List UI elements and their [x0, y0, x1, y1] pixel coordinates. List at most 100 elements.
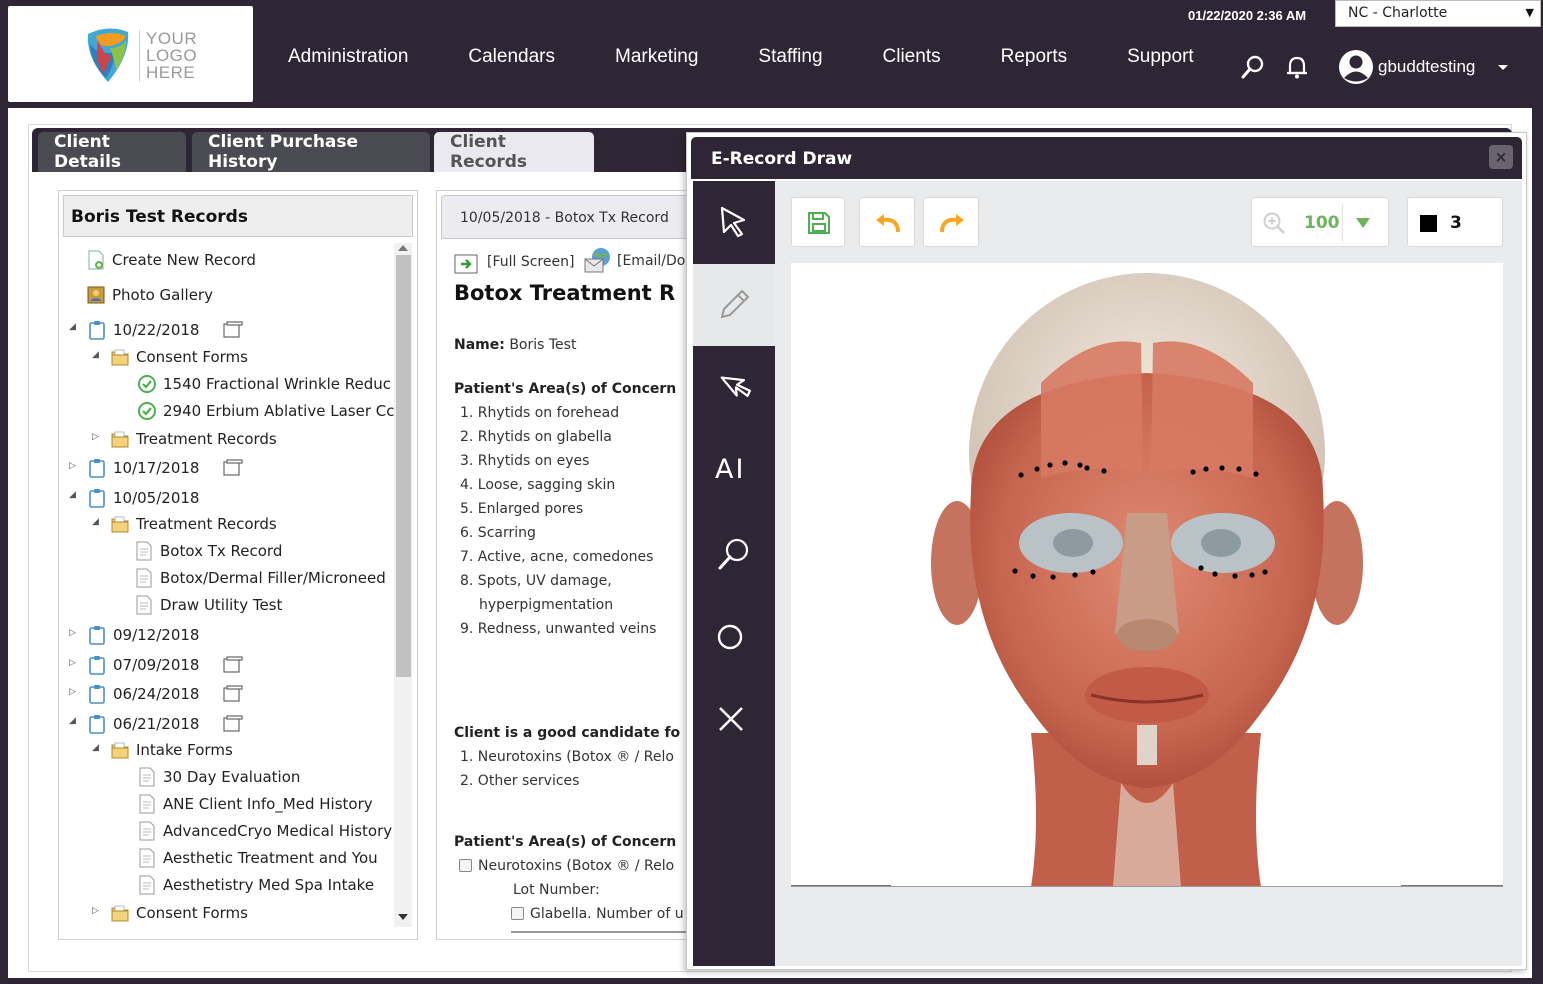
tree-item-document[interactable]: 30 Day Evaluation: [138, 766, 300, 788]
tree-item-folder[interactable]: Consent Forms: [111, 346, 248, 368]
record-panel: 10/05/2018 - Botox Tx Record [Full Scree…: [436, 190, 696, 940]
tab-client-purchase-history[interactable]: Client Purchase History: [192, 132, 430, 172]
collapse-toggle-icon[interactable]: ◢: [92, 350, 99, 360]
tree-item-document[interactable]: ANE Client Info_Med History: [138, 793, 373, 815]
logo[interactable]: YOUR LOGO HERE: [8, 6, 253, 102]
tree-item-document[interactable]: AdvancedCryo Medical History: [138, 820, 392, 842]
window-icon[interactable]: [223, 685, 244, 703]
save-button[interactable]: [791, 197, 845, 247]
tree-scrollbar-thumb[interactable]: [396, 255, 411, 677]
erecord-draw-modal: E-Record Draw × AI 100 3: [686, 132, 1527, 970]
brush-size-control[interactable]: 3: [1407, 197, 1503, 247]
tree-item-label: Botox Tx Record: [160, 542, 283, 560]
window-icon[interactable]: [223, 715, 244, 733]
nav-calendars[interactable]: Calendars: [468, 46, 555, 76]
tree-item-document[interactable]: Aesthetistry Med Spa Intake: [138, 874, 374, 896]
email-download-link[interactable]: [Email/Dov: [583, 247, 694, 275]
expand-toggle-icon[interactable]: ▷: [69, 687, 76, 697]
full-screen-link[interactable]: [Full Screen]: [453, 249, 574, 275]
concern-item: 6. Scarring: [460, 525, 536, 541]
collapse-toggle-icon[interactable]: ◢: [69, 716, 76, 726]
nav-staffing[interactable]: Staffing: [758, 46, 822, 76]
chevron-down-icon[interactable]: [1497, 64, 1509, 72]
document-icon: [139, 875, 155, 895]
neurotoxins-checkbox[interactable]: [459, 859, 472, 872]
tree-item-date[interactable]: 10/22/2018: [88, 319, 244, 341]
zoom-dropdown-icon[interactable]: [1356, 218, 1370, 228]
pointer-tool[interactable]: [693, 181, 775, 263]
scroll-up-arrow-icon[interactable]: [398, 245, 408, 251]
close-tool[interactable]: [693, 679, 775, 761]
tab-client-records[interactable]: Client Records: [434, 132, 594, 172]
scroll-down-arrow-icon[interactable]: [398, 914, 408, 920]
zoom-tool[interactable]: [693, 513, 775, 595]
tree-item-folder[interactable]: Treatment Records: [111, 428, 277, 450]
glabella-checkbox[interactable]: [511, 907, 524, 920]
logo-divider: [139, 30, 140, 82]
expand-toggle-icon[interactable]: ▷: [69, 628, 76, 638]
neurotoxins-checkbox-row[interactable]: Neurotoxins (Botox ® / Relo: [459, 858, 674, 874]
nav-clients[interactable]: Clients: [883, 46, 941, 76]
client-name-row: Name: Boris Test: [454, 337, 576, 353]
eraser-cursor-tool[interactable]: [693, 347, 775, 429]
zoom-in-icon: [1263, 212, 1285, 234]
collapse-toggle-icon[interactable]: ◢: [92, 743, 99, 753]
clipboard-icon: [89, 656, 105, 675]
tree-item-date[interactable]: 09/12/2018: [88, 624, 199, 646]
tree-item-label: 10/05/2018: [113, 489, 200, 507]
tree-item-folder[interactable]: Intake Forms: [111, 739, 233, 761]
tree-item-folder[interactable]: Consent Forms: [111, 902, 248, 924]
tree-item-label: ANE Client Info_Med History: [163, 795, 373, 813]
tree-item-label: AdvancedCryo Medical History: [163, 822, 393, 840]
collapse-toggle-icon[interactable]: ◢: [69, 322, 76, 332]
window-icon[interactable]: [223, 656, 244, 674]
expand-toggle-icon[interactable]: ▷: [69, 461, 76, 471]
tree-item-label: Treatment Records: [136, 430, 277, 448]
modal-close-button[interactable]: ×: [1489, 145, 1513, 169]
nav-marketing[interactable]: Marketing: [615, 46, 698, 76]
undo-button[interactable]: [859, 197, 915, 247]
text-tool[interactable]: AI: [693, 430, 775, 512]
tree-item-date[interactable]: 07/09/2018: [88, 654, 244, 676]
nav-reports[interactable]: Reports: [1001, 46, 1068, 76]
username: gbuddtesting: [1378, 57, 1476, 76]
expand-toggle-icon[interactable]: ▷: [69, 658, 76, 668]
tree-item-document[interactable]: Botox/Dermal Filler/Microneed: [135, 567, 386, 589]
glabella-checkbox-row[interactable]: Glabella. Number of u: [511, 906, 684, 922]
tree-item-date[interactable]: 10/05/2018: [88, 487, 199, 509]
expand-toggle-icon[interactable]: ▷: [92, 906, 99, 916]
tree-item-label: 09/12/2018: [113, 626, 200, 644]
search-icon[interactable]: [1240, 54, 1266, 80]
document-icon: [139, 821, 155, 841]
tab-client-details[interactable]: Client Details: [38, 132, 186, 172]
drawing-canvas[interactable]: [791, 263, 1503, 887]
circle-tool[interactable]: [693, 596, 775, 678]
redo-button[interactable]: [923, 197, 979, 247]
tree-item-document[interactable]: Botox Tx Record: [135, 540, 282, 562]
nav-administration[interactable]: Administration: [288, 46, 408, 76]
bell-icon[interactable]: [1284, 54, 1310, 80]
window-icon[interactable]: [223, 321, 244, 339]
tree-item-document[interactable]: Aesthetic Treatment and You: [138, 847, 378, 869]
window-icon[interactable]: [223, 459, 244, 477]
tree-item-date[interactable]: 06/21/2018: [88, 713, 244, 735]
collapse-toggle-icon[interactable]: ◢: [69, 490, 76, 500]
collapse-toggle-icon[interactable]: ◢: [92, 517, 99, 527]
expand-toggle-icon[interactable]: ▷: [92, 432, 99, 442]
tree-item-form[interactable]: 2940 Erbium Ablative Laser Cc: [138, 400, 394, 422]
tree-item-date[interactable]: 10/17/2018: [88, 457, 244, 479]
nav-support[interactable]: Support: [1127, 46, 1194, 76]
brush-color-swatch[interactable]: [1420, 215, 1437, 232]
tree-item-create-new-record[interactable]: Create New Record: [87, 249, 256, 271]
document-icon: [136, 568, 152, 588]
tree-item-form[interactable]: 1540 Fractional Wrinkle Reduc: [138, 373, 391, 395]
tree-item-photo-gallery[interactable]: Photo Gallery: [87, 284, 213, 306]
tree-item-date[interactable]: 06/24/2018: [88, 683, 244, 705]
name-label: Name:: [454, 337, 505, 353]
tree-item-document[interactable]: Draw Utility Test: [135, 594, 282, 616]
tree-item-folder[interactable]: Treatment Records: [111, 513, 277, 535]
user-menu[interactable]: gbuddtesting: [1338, 48, 1475, 86]
location-select[interactable]: NC - Charlotte ▼: [1335, 0, 1541, 27]
pencil-tool[interactable]: [693, 264, 784, 346]
zoom-control[interactable]: 100: [1251, 197, 1389, 247]
